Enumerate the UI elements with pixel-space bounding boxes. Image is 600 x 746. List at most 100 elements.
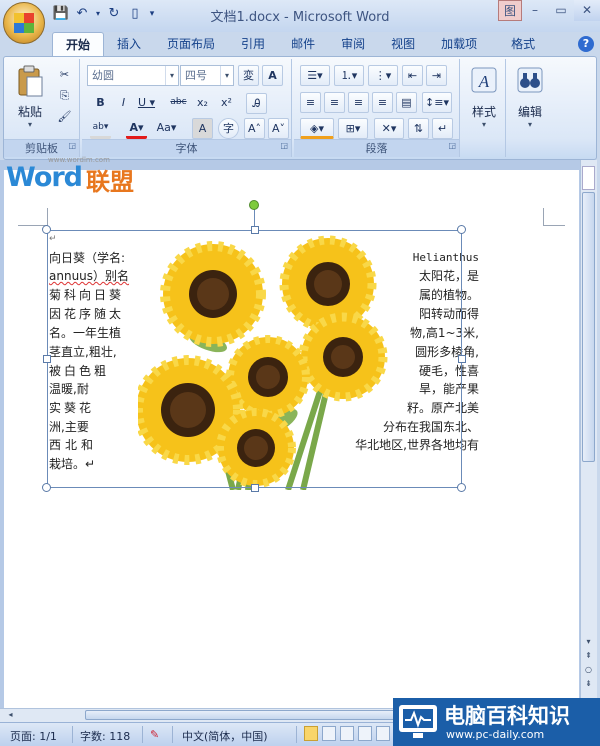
italic-button[interactable]: I — [113, 93, 134, 114]
vertical-scroll-thumb[interactable] — [582, 192, 595, 462]
editing-button[interactable]: 编辑 ▾ — [510, 65, 550, 129]
scroll-left-arrow-icon[interactable]: ◂ — [4, 709, 17, 721]
copy-button[interactable]: ⎘ — [54, 86, 75, 107]
grow-font-button[interactable]: 変 — [238, 65, 259, 86]
watermark-cn: 联盟 — [86, 168, 134, 196]
margin-mark-top-right — [543, 208, 565, 226]
line-spacing-button[interactable]: ↕≡▾ — [422, 92, 452, 113]
resize-handle-bottom[interactable] — [251, 484, 259, 492]
shading-button[interactable]: ◈▾ — [300, 118, 334, 139]
tab-view[interactable]: 视图 — [378, 32, 428, 56]
status-language[interactable]: 中文(简体，中国) — [182, 728, 268, 744]
svg-text:A: A — [478, 72, 490, 91]
bullets-button[interactable]: ☰▾ — [300, 65, 330, 86]
tab-insert[interactable]: 插入 — [104, 32, 154, 56]
format-painter-button[interactable]: 🖌 — [54, 107, 75, 128]
font-dialog-launcher-icon[interactable]: ◲ — [280, 137, 288, 154]
web-layout-view-icon[interactable] — [340, 726, 354, 741]
justify-button[interactable]: ≡ — [372, 92, 393, 113]
change-case-button[interactable]: Aa▾ — [156, 118, 177, 139]
styles-dropdown-icon[interactable]: ▾ — [464, 120, 504, 129]
outline-view-icon[interactable] — [358, 726, 372, 741]
paragraph-group: ☰▾ ⒈▾ ⋮▾ ⇤ ⇥ ≡ ≡ ≡ ≡ ▤ ↕≡▾ ◈▾ ⊞▾ ✕▾ ⇅ ↵ … — [294, 59, 460, 157]
underline-button[interactable]: U ▾ — [136, 93, 157, 114]
scroll-down-arrow-icon[interactable]: ▾ — [582, 636, 595, 648]
tab-references[interactable]: 引用 — [228, 32, 278, 56]
minimize-button[interactable]: – — [522, 0, 548, 21]
close-button[interactable]: ✕ — [574, 0, 600, 21]
decrease-indent-button[interactable]: ⇤ — [402, 65, 423, 86]
subscript-button[interactable]: x₂ — [192, 93, 213, 114]
paste-button[interactable]: 粘贴 ▾ — [10, 65, 50, 129]
tab-page-layout[interactable]: 页面布局 — [154, 32, 228, 56]
office-button[interactable] — [3, 2, 45, 44]
cut-button[interactable]: ✂ — [54, 65, 75, 86]
paste-icon — [18, 65, 43, 97]
full-screen-reading-view-icon[interactable] — [322, 726, 336, 741]
proofing-icon[interactable]: ✎ — [150, 728, 159, 741]
font-size-combo[interactable]: 四号 ▾ — [180, 65, 234, 86]
rotation-handle[interactable] — [249, 200, 259, 210]
resize-handle-left[interactable] — [43, 355, 51, 363]
superscript-button[interactable]: x² — [216, 93, 237, 114]
status-word-count[interactable]: 字数: 118 — [80, 728, 130, 744]
tab-home[interactable]: 开始 — [52, 32, 105, 56]
multilevel-list-button[interactable]: ⋮▾ — [368, 65, 398, 86]
previous-page-icon[interactable]: ⇞ — [582, 650, 595, 662]
character-shading-button[interactable]: A — [192, 118, 213, 139]
numbering-button[interactable]: ⒈▾ — [334, 65, 364, 86]
font-color-button[interactable]: A▾ — [126, 118, 147, 139]
next-page-icon[interactable]: ⇟ — [582, 678, 595, 690]
pc-daily-logo-text: 电脑百科知识 — [444, 704, 570, 728]
draft-view-icon[interactable] — [376, 726, 390, 741]
select-browse-object-icon[interactable]: ○ — [582, 664, 595, 676]
strikethrough-button[interactable]: abc — [168, 93, 189, 114]
highlight-color-button[interactable]: ab▾ — [90, 118, 111, 139]
margin-mark-top-left — [18, 208, 48, 226]
resize-handle-bottom-left[interactable] — [42, 483, 51, 492]
bold-button[interactable]: B — [90, 93, 111, 114]
tab-review[interactable]: 审阅 — [328, 32, 378, 56]
align-right-button[interactable]: ≡ — [348, 92, 369, 113]
paragraph-dialog-launcher-icon[interactable]: ◲ — [448, 137, 456, 154]
resize-handle-top-left[interactable] — [42, 225, 51, 234]
tab-format[interactable]: 格式 — [498, 32, 548, 56]
styles-button[interactable]: A 样式 ▾ — [464, 65, 504, 129]
resize-handle-bottom-right[interactable] — [457, 483, 466, 492]
resize-handle-top[interactable] — [251, 226, 259, 234]
clear-formatting-button[interactable]: Ꭿ — [246, 93, 267, 114]
shrink-font-size-button[interactable]: A˅ — [268, 118, 289, 139]
distributed-button[interactable]: ▤ — [396, 92, 417, 113]
align-left-button[interactable]: ≡ — [300, 92, 321, 113]
increase-indent-button[interactable]: ⇥ — [426, 65, 447, 86]
paste-dropdown-icon[interactable]: ▾ — [10, 120, 50, 129]
font-border-button[interactable]: A — [262, 65, 283, 86]
ribbon-tabs: 开始 插入 页面布局 引用 邮件 审阅 视图 加载项 格式 — [52, 32, 548, 56]
chinese-layout-button[interactable]: ✕▾ — [374, 118, 404, 139]
show-hide-marks-button[interactable]: ↵ — [432, 118, 453, 139]
sort-button[interactable]: ⇅ — [408, 118, 429, 139]
font-name-combo[interactable]: 幼圆 ▾ — [87, 65, 179, 86]
clipboard-dialog-launcher-icon[interactable]: ◲ — [68, 137, 76, 154]
styles-group: A 样式 ▾ — [462, 59, 506, 157]
clipboard-group: 粘贴 ▾ ✂ ⎘ 🖌 剪贴板 ◲ — [4, 59, 80, 157]
resize-handle-right[interactable] — [458, 355, 466, 363]
font-group: 幼圆 ▾ 四号 ▾ 変 A B I U ▾ abc x₂ x² Ꭿ ab▾ A▾ A… — [82, 59, 292, 157]
borders-button[interactable]: ⊞▾ — [338, 118, 368, 139]
editing-dropdown-icon[interactable]: ▾ — [510, 120, 550, 129]
picture-tools-indicator: 图 — [498, 0, 522, 21]
status-page[interactable]: 页面: 1/1 — [10, 728, 57, 744]
print-layout-view-icon[interactable] — [304, 726, 318, 741]
ribbon: 粘贴 ▾ ✂ ⎘ 🖌 剪贴板 ◲ 幼圆 ▾ 四号 ▾ 変 A B I U ▾ abc … — [3, 56, 597, 160]
enclose-characters-button[interactable]: 字 — [218, 118, 239, 139]
resize-handle-top-right[interactable] — [457, 225, 466, 234]
status-separator — [296, 726, 297, 743]
tab-mailings[interactable]: 邮件 — [278, 32, 328, 56]
image-selection-frame[interactable] — [47, 230, 462, 488]
align-center-button[interactable]: ≡ — [324, 92, 345, 113]
view-ruler-button[interactable] — [582, 166, 595, 190]
tab-add-ins[interactable]: 加载项 — [428, 32, 490, 56]
maximize-button[interactable]: ▭ — [548, 0, 574, 21]
help-icon[interactable]: ? — [578, 36, 594, 52]
grow-font-size-button[interactable]: A˄ — [244, 118, 265, 139]
